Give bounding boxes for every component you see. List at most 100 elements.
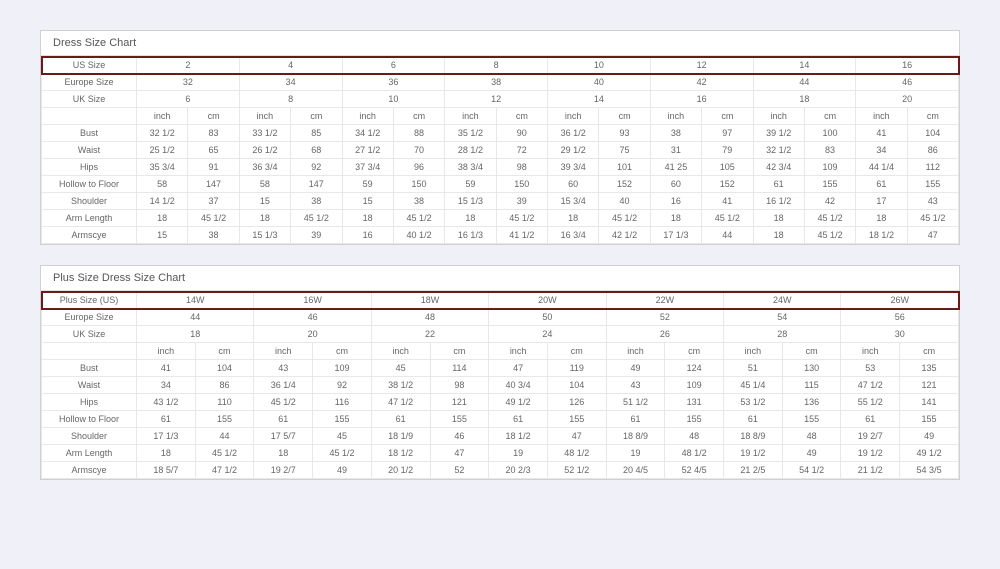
row-label: US Size xyxy=(42,57,137,74)
table-row: UK Size18202224262830 xyxy=(42,326,959,343)
row-label: Plus Size (US) xyxy=(42,292,137,309)
size-cell: 18 xyxy=(137,326,254,343)
row-label: Shoulder xyxy=(42,193,137,210)
data-cell: 18 8/9 xyxy=(606,428,665,445)
data-cell: 126 xyxy=(547,394,606,411)
data-cell: 155 xyxy=(313,411,372,428)
data-cell: 18 xyxy=(548,210,599,227)
data-cell: 155 xyxy=(547,411,606,428)
unit-cell: cm xyxy=(599,108,650,125)
data-cell: 115 xyxy=(782,377,841,394)
size-cell: 8 xyxy=(445,57,548,74)
data-cell: 98 xyxy=(430,377,489,394)
data-cell: 47 1/2 xyxy=(371,394,430,411)
data-cell: 49 xyxy=(606,360,665,377)
dress-size-chart: Dress Size Chart US Size246810121416Euro… xyxy=(40,30,960,245)
size-cell: 26 xyxy=(606,326,723,343)
data-cell: 109 xyxy=(665,377,724,394)
data-cell: 18 5/7 xyxy=(137,462,196,479)
data-cell: 21 1/2 xyxy=(841,462,900,479)
data-cell: 45 1/4 xyxy=(724,377,783,394)
data-cell: 155 xyxy=(900,411,959,428)
data-cell: 49 xyxy=(900,428,959,445)
data-cell: 18 xyxy=(239,210,290,227)
table-row: Hips43 1/211045 1/211647 1/212149 1/2126… xyxy=(42,394,959,411)
data-cell: 59 xyxy=(445,176,496,193)
data-cell: 41 xyxy=(856,125,907,142)
data-cell: 16 xyxy=(650,193,701,210)
data-cell: 61 xyxy=(371,411,430,428)
data-cell: 47 1/2 xyxy=(195,462,254,479)
row-label: Waist xyxy=(42,142,137,159)
data-cell: 43 xyxy=(907,193,958,210)
data-cell: 15 xyxy=(239,193,290,210)
row-label: Arm Length xyxy=(42,210,137,227)
data-cell: 61 xyxy=(254,411,313,428)
data-cell: 48 xyxy=(665,428,724,445)
row-label: Hollow to Floor xyxy=(42,411,137,428)
size-cell: 32 xyxy=(137,74,240,91)
unit-cell: cm xyxy=(195,343,254,360)
row-label: UK Size xyxy=(42,91,137,108)
data-cell: 61 xyxy=(606,411,665,428)
data-cell: 86 xyxy=(907,142,958,159)
data-cell: 15 3/4 xyxy=(548,193,599,210)
data-cell: 147 xyxy=(291,176,342,193)
data-cell: 45 1/2 xyxy=(804,227,855,244)
data-cell: 39 xyxy=(496,193,547,210)
data-cell: 18 xyxy=(753,227,804,244)
data-cell: 17 5/7 xyxy=(254,428,313,445)
data-cell: 47 xyxy=(489,360,548,377)
size-cell: 36 xyxy=(342,74,445,91)
data-cell: 36 1/4 xyxy=(254,377,313,394)
unit-cell: inch xyxy=(841,343,900,360)
size-cell: 48 xyxy=(371,309,488,326)
data-cell: 41 xyxy=(137,360,196,377)
data-cell: 43 xyxy=(254,360,313,377)
data-cell: 98 xyxy=(496,159,547,176)
data-cell: 18 1/2 xyxy=(489,428,548,445)
data-cell: 14 1/2 xyxy=(137,193,188,210)
row-label xyxy=(42,108,137,125)
size-cell: 26W xyxy=(841,292,959,309)
data-cell: 18 xyxy=(254,445,313,462)
chart-title: Plus Size Dress Size Chart xyxy=(41,266,959,291)
unit-cell: inch xyxy=(137,343,196,360)
data-cell: 47 xyxy=(547,428,606,445)
size-cell: 20W xyxy=(489,292,606,309)
data-cell: 21 2/5 xyxy=(724,462,783,479)
row-label: Hips xyxy=(42,394,137,411)
data-cell: 49 xyxy=(313,462,372,479)
unit-cell: cm xyxy=(900,343,959,360)
data-cell: 109 xyxy=(313,360,372,377)
data-cell: 27 1/2 xyxy=(342,142,393,159)
size-cell: 34 xyxy=(239,74,342,91)
data-cell: 101 xyxy=(599,159,650,176)
size-cell: 46 xyxy=(254,309,371,326)
data-cell: 86 xyxy=(195,377,254,394)
data-cell: 38 1/2 xyxy=(371,377,430,394)
unit-cell: inch xyxy=(724,343,783,360)
data-cell: 45 1/2 xyxy=(188,210,239,227)
data-cell: 47 xyxy=(430,445,489,462)
data-cell: 18 1/9 xyxy=(371,428,430,445)
unit-cell: inch xyxy=(254,343,313,360)
size-cell: 22W xyxy=(606,292,723,309)
data-cell: 45 1/2 xyxy=(291,210,342,227)
data-cell: 43 1/2 xyxy=(137,394,196,411)
data-cell: 46 xyxy=(430,428,489,445)
data-cell: 40 1/2 xyxy=(393,227,444,244)
unit-cell: inch xyxy=(239,108,290,125)
data-cell: 18 xyxy=(137,210,188,227)
data-cell: 52 xyxy=(430,462,489,479)
table-row: Europe Size44464850525456 xyxy=(42,309,959,326)
data-cell: 41 25 xyxy=(650,159,701,176)
data-cell: 18 xyxy=(650,210,701,227)
data-cell: 104 xyxy=(195,360,254,377)
data-cell: 91 xyxy=(188,159,239,176)
size-cell: 24W xyxy=(724,292,841,309)
data-cell: 42 xyxy=(804,193,855,210)
data-cell: 85 xyxy=(291,125,342,142)
row-label: Armscye xyxy=(42,227,137,244)
size-cell: 54 xyxy=(724,309,841,326)
